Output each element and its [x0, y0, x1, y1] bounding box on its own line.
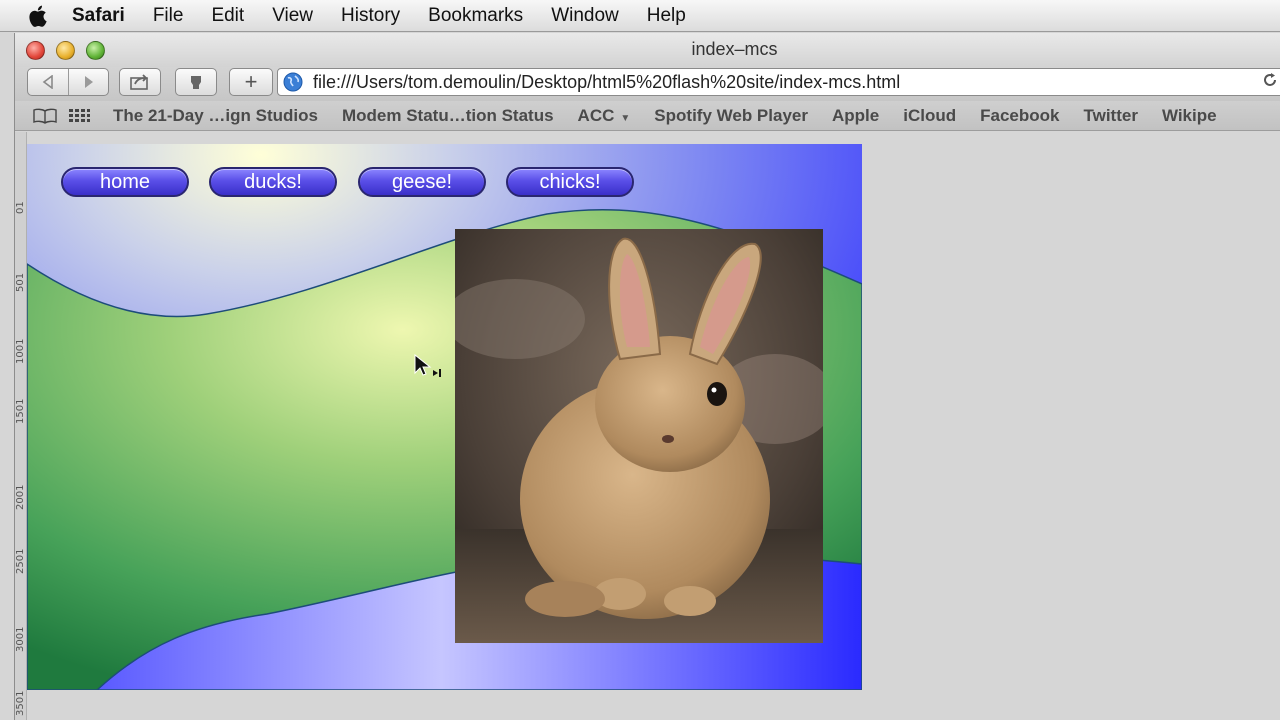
- rabbit-photo: [455, 229, 823, 643]
- menu-window[interactable]: Window: [551, 5, 619, 27]
- bookmark-folder-label: ACC: [577, 105, 615, 125]
- ruler-mark: 01: [15, 201, 26, 214]
- back-forward-group: [27, 68, 109, 96]
- share-button[interactable]: [119, 68, 161, 96]
- share-icon: [130, 74, 149, 90]
- menu-file[interactable]: File: [153, 5, 184, 27]
- ruler-mark: 2501: [15, 548, 26, 574]
- globe-icon: [283, 72, 303, 92]
- back-button[interactable]: [28, 69, 68, 95]
- bookmark-item[interactable]: Modem Statu…tion Status: [342, 106, 554, 126]
- browser-window: index–mcs + file:///Users/tom.demoulin/D…: [14, 33, 1280, 720]
- nav-ducks-button[interactable]: ducks!: [209, 167, 337, 197]
- bookmark-item[interactable]: iCloud: [903, 106, 956, 126]
- ruler-mark: 501: [15, 272, 26, 292]
- bookmarks-bar: The 21-Day …ign Studios Modem Statu…tion…: [15, 101, 1280, 131]
- toolbar: + file:///Users/tom.demoulin/Desktop/htm…: [15, 67, 1280, 101]
- menu-edit[interactable]: Edit: [211, 5, 244, 27]
- site-stage: home ducks! geese! chicks!: [27, 144, 862, 690]
- bookmark-folder-acc[interactable]: ACC ▼: [578, 106, 631, 126]
- menu-help[interactable]: Help: [647, 5, 686, 27]
- menu-view[interactable]: View: [272, 5, 313, 27]
- menu-app-safari[interactable]: Safari: [72, 5, 125, 27]
- bookmark-item[interactable]: Apple: [832, 106, 879, 126]
- bookmark-item[interactable]: Spotify Web Player: [654, 106, 808, 126]
- top-sites-icon: [191, 76, 201, 89]
- bookmark-item[interactable]: Twitter: [1083, 106, 1137, 126]
- forward-button[interactable]: [68, 69, 108, 95]
- apple-logo-icon[interactable]: [28, 4, 58, 28]
- menu-history[interactable]: History: [341, 5, 400, 27]
- nav-geese-button[interactable]: geese!: [358, 167, 486, 197]
- ruler-mark: 3501: [15, 690, 26, 716]
- address-bar[interactable]: file:///Users/tom.demoulin/Desktop/html5…: [277, 68, 1280, 96]
- ruler-mark: 1001: [15, 338, 26, 364]
- menu-bar: Safari File Edit View History Bookmarks …: [0, 0, 1280, 32]
- mouse-cursor-icon: [414, 353, 444, 385]
- menu-bookmarks[interactable]: Bookmarks: [428, 5, 523, 27]
- nav-chicks-button[interactable]: chicks!: [506, 167, 634, 197]
- top-sites-button[interactable]: [175, 68, 217, 96]
- url-text: file:///Users/tom.demoulin/Desktop/html5…: [313, 71, 901, 92]
- book-icon[interactable]: [31, 108, 59, 124]
- add-bookmark-button[interactable]: +: [229, 68, 273, 96]
- title-bar[interactable]: index–mcs: [15, 33, 1280, 67]
- vertical-ruler: 01 501 1001 1501 2001 2501 3001 3501: [15, 132, 27, 720]
- grid-icon[interactable]: [65, 108, 93, 124]
- caret-down-icon: ▼: [620, 112, 631, 124]
- forward-arrow-icon: [84, 76, 93, 88]
- reload-icon[interactable]: [1262, 72, 1278, 93]
- back-arrow-icon: [42, 75, 53, 89]
- bookmark-item[interactable]: The 21-Day …ign Studios: [113, 106, 318, 126]
- ruler-mark: 3001: [15, 626, 26, 652]
- window-title: index–mcs: [691, 39, 778, 59]
- web-content: home ducks! geese! chicks! 01 501 1001 1…: [15, 132, 1280, 720]
- bookmark-item[interactable]: Wikipe: [1162, 106, 1217, 126]
- ruler-mark: 2001: [15, 484, 26, 510]
- bookmark-item[interactable]: Facebook: [980, 106, 1059, 126]
- nav-home-button[interactable]: home: [61, 167, 189, 197]
- ruler-mark: 1501: [15, 398, 26, 424]
